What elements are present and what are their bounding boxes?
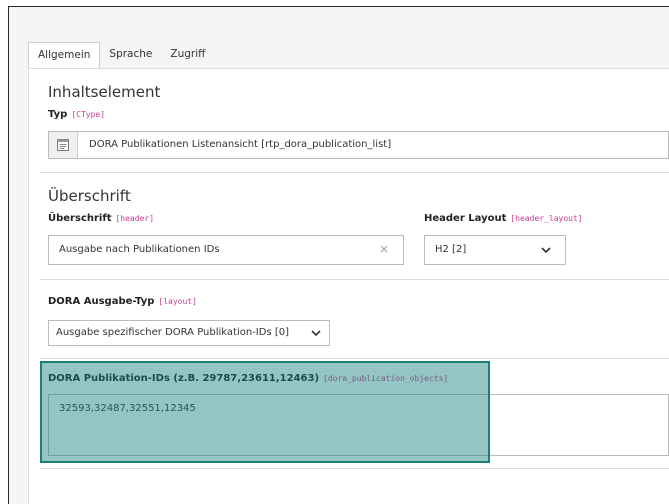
header-label: Überschrift [header] <box>48 213 154 224</box>
tab-zugriff[interactable]: Zugriff <box>161 42 214 67</box>
content-element-icon <box>57 139 69 151</box>
output-type-code: [layout] <box>158 297 197 306</box>
section-divider <box>40 468 669 469</box>
header-layout-value: H2 [2] <box>435 244 467 255</box>
header-layout-label: Header Layout [header_layout] <box>424 213 583 224</box>
type-label-text: Typ <box>48 109 68 120</box>
header-code: [header] <box>115 214 155 223</box>
tab-allgemein[interactable]: Allgemein <box>28 42 101 69</box>
section-divider <box>40 172 669 173</box>
output-type-value: Ausgabe spezifischer DORA Publikation-ID… <box>56 327 290 338</box>
type-code: [CType] <box>71 110 106 119</box>
header-input-value: Ausgabe nach Publikationen IDs <box>59 244 220 255</box>
output-type-label-text: DORA Ausgabe-Typ <box>48 296 155 307</box>
clear-icon[interactable]: × <box>379 242 389 256</box>
section-title-content-element: Inhaltselement <box>48 83 161 101</box>
type-label: Typ [CType] <box>48 109 105 120</box>
type-value: DORA Publikationen Listenansicht [rtp_do… <box>89 139 392 150</box>
chevron-down-icon <box>311 330 321 337</box>
type-icon-box <box>49 132 78 158</box>
chevron-down-icon <box>541 247 551 254</box>
type-select[interactable]: DORA Publikationen Listenansicht [rtp_do… <box>48 131 669 159</box>
output-type-select[interactable]: Ausgabe spezifischer DORA Publikation-ID… <box>48 320 330 346</box>
highlight-overlay <box>40 361 490 463</box>
output-type-label: DORA Ausgabe-Typ [layout] <box>48 296 197 307</box>
header-layout-label-text: Header Layout <box>424 213 507 224</box>
header-layout-code: [header_layout] <box>510 214 583 223</box>
tab-bar: Allgemein Sprache Zugriff <box>28 42 214 69</box>
header-input[interactable]: Ausgabe nach Publikationen IDs × <box>48 235 404 265</box>
header-layout-select[interactable]: H2 [2] <box>424 235 566 265</box>
header-label-text: Überschrift <box>48 213 112 224</box>
section-divider <box>40 358 669 359</box>
section-divider <box>40 279 669 280</box>
section-title-header: Überschrift <box>48 187 131 205</box>
tab-sprache[interactable]: Sprache <box>100 42 161 67</box>
